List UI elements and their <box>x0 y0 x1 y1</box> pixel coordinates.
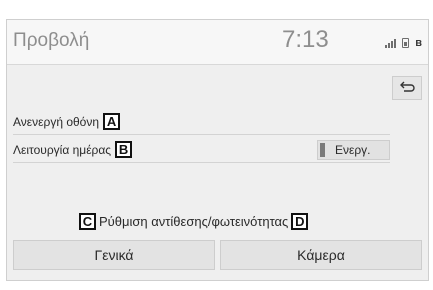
contrast-brightness-label: Ρύθμιση αντίθεσης/φωτεινότητας <box>99 214 289 229</box>
header-bar: Προβολή 7:13 ʙ <box>7 20 428 65</box>
day-mode-row: Λειτουργία ημέρας B Ενεργ. <box>13 137 390 163</box>
back-button[interactable] <box>392 76 422 100</box>
clock: 7:13 <box>282 26 329 53</box>
toggle-label: Ενεργ. <box>335 143 371 157</box>
day-mode-toggle[interactable]: Ενεργ. <box>317 140 390 160</box>
display-settings-screen: Προβολή 7:13 ʙ Ανενεργή οθόνη A Λειτουργ… <box>6 19 429 281</box>
bluetooth-icon: ʙ <box>415 37 422 49</box>
screen-off-row[interactable]: Ανενεργή οθόνη A <box>13 109 390 135</box>
status-icons: ʙ <box>385 36 422 49</box>
tab-general[interactable]: Γενικά <box>13 240 215 270</box>
signal-icon <box>385 38 397 48</box>
tab-bar: Γενικά Κάμερα <box>13 240 422 270</box>
callout-d: D <box>291 213 309 230</box>
contrast-brightness-button[interactable]: C Ρύθμιση αντίθεσης/φωτεινότητας D <box>79 213 309 230</box>
toggle-indicator <box>320 143 325 157</box>
callout-c: C <box>79 213 96 230</box>
phone-icon <box>402 38 410 48</box>
callout-b: B <box>115 141 133 158</box>
tab-camera[interactable]: Κάμερα <box>220 240 422 270</box>
back-arrow-icon <box>400 81 415 92</box>
screen-off-label: Ανενεργή οθόνη <box>13 114 100 129</box>
day-mode-label: Λειτουργία ημέρας <box>13 142 112 157</box>
callout-a: A <box>103 113 121 130</box>
page-title: Προβολή <box>13 30 90 51</box>
